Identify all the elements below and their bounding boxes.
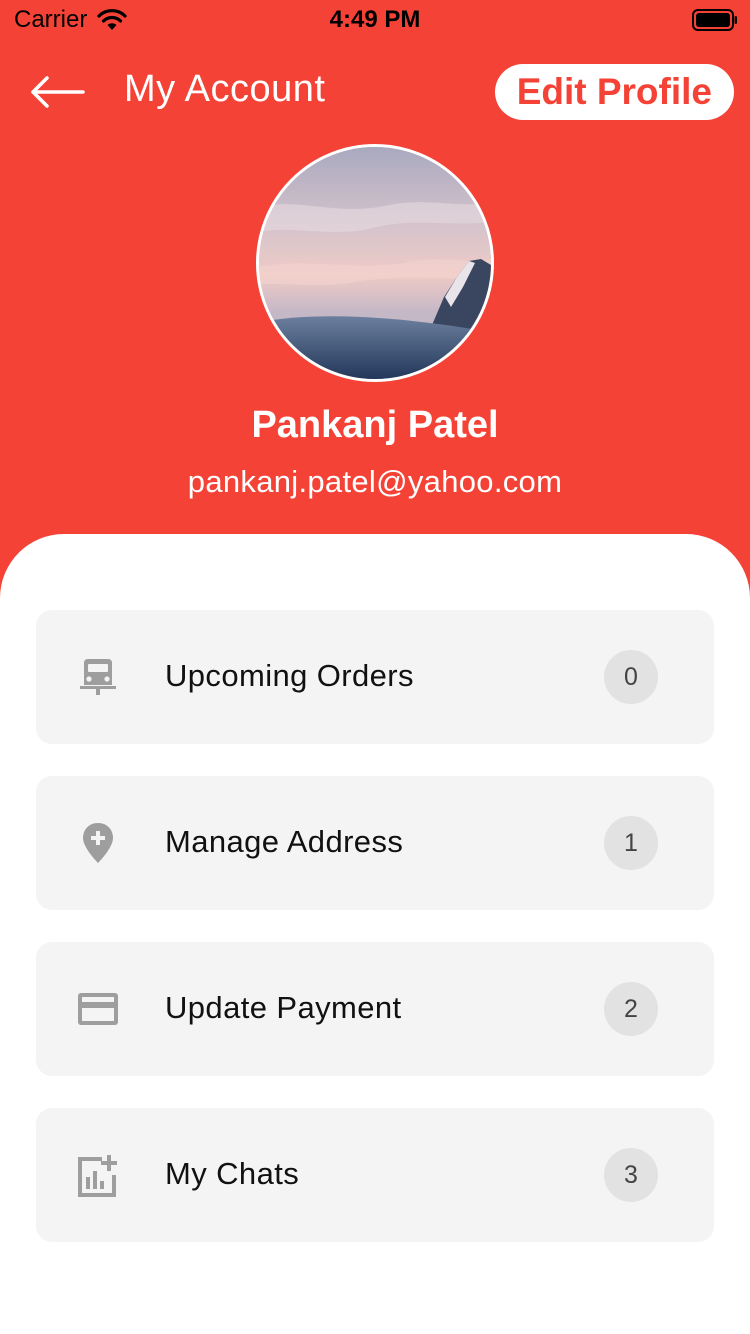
app-bar: My Account Edit Profile bbox=[0, 56, 750, 128]
battery-icon bbox=[692, 9, 737, 31]
count-badge: 0 bbox=[604, 650, 658, 704]
arrow-left-icon bbox=[31, 76, 85, 108]
avatar[interactable] bbox=[256, 144, 494, 382]
chart-add-icon bbox=[78, 1155, 117, 1197]
status-bar: Carrier 4:49 PM bbox=[0, 0, 750, 40]
credit-card-icon bbox=[78, 993, 118, 1025]
location-add-icon bbox=[83, 823, 113, 863]
avatar-image bbox=[259, 147, 491, 379]
menu-item-update-payment[interactable]: Update Payment 2 bbox=[36, 942, 714, 1076]
car-icon bbox=[80, 659, 116, 695]
account-screen: Carrier 4:49 PM My Account Edit Profile bbox=[0, 0, 750, 1334]
status-time: 4:49 PM bbox=[329, 6, 421, 33]
edit-profile-button[interactable]: Edit Profile bbox=[494, 64, 734, 120]
count-badge: 1 bbox=[604, 816, 658, 870]
menu-item-my-chats[interactable]: My Chats 3 bbox=[36, 1108, 714, 1242]
page-title: My Account bbox=[124, 68, 326, 110]
menu-item-upcoming-orders[interactable]: Upcoming Orders 0 bbox=[36, 610, 714, 744]
user-email: pankanj.patel@yahoo.com bbox=[187, 464, 563, 499]
menu-item-label: Upcoming Orders bbox=[165, 658, 414, 693]
menu-item-manage-address[interactable]: Manage Address 1 bbox=[36, 776, 714, 910]
menu-item-label: Manage Address bbox=[165, 824, 404, 859]
user-name: Pankanj Patel bbox=[251, 404, 499, 446]
menu-item-label: My Chats bbox=[165, 1156, 300, 1191]
count-badge: 2 bbox=[604, 982, 658, 1036]
count-badge: 3 bbox=[604, 1148, 658, 1202]
back-button[interactable] bbox=[22, 66, 92, 118]
menu-item-label: Update Payment bbox=[165, 990, 402, 1025]
